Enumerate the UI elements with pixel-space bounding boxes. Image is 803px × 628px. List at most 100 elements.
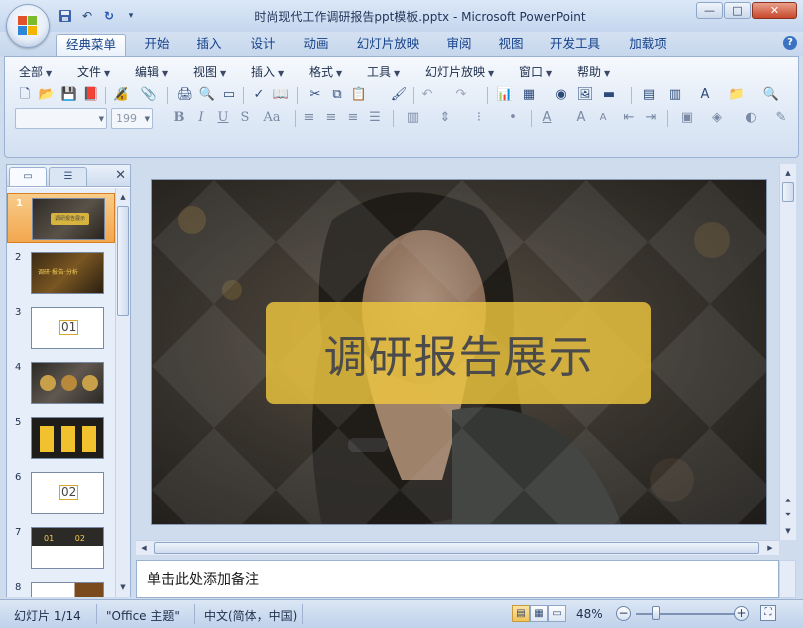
save-as-pdf-icon[interactable]: 📕: [81, 85, 101, 105]
customize-qat-icon[interactable]: ▾: [122, 7, 140, 25]
copy-icon[interactable]: ⧉: [327, 85, 347, 105]
scroll-down-icon[interactable]: ▼: [117, 580, 129, 594]
save-icon[interactable]: 💾: [59, 85, 79, 105]
zoom-out-button[interactable]: −: [616, 606, 631, 621]
align-right-icon[interactable]: ≡: [343, 108, 363, 128]
zoom-slider-track[interactable]: [636, 613, 736, 615]
zoom-slider-handle[interactable]: [652, 606, 660, 620]
underline-button[interactable]: U: [213, 108, 233, 128]
tab-slides[interactable]: ▭: [9, 167, 47, 186]
menu-format[interactable]: 格式 ▼: [309, 63, 342, 80]
tab-animation[interactable]: 动画: [293, 34, 339, 56]
format-painter-icon[interactable]: 🖌: [389, 85, 409, 105]
tab-classic-menu[interactable]: 经典菜单: [56, 34, 126, 56]
attachment-icon[interactable]: 📎: [139, 85, 159, 105]
fit-to-window-icon[interactable]: ⛶: [760, 605, 776, 621]
shapes-icon[interactable]: ◈: [707, 108, 727, 128]
slide-title[interactable]: 调研报告展示: [324, 321, 594, 385]
slide-thumbnail-8[interactable]: 8: [7, 578, 115, 597]
justify-icon[interactable]: ☰: [365, 108, 385, 128]
picture-icon[interactable]: 🖼: [575, 85, 595, 105]
zoom-in-button[interactable]: +: [734, 606, 749, 621]
slide-thumbnail-4[interactable]: 4: [7, 358, 115, 408]
slide-thumbnail-3[interactable]: 3 01: [7, 303, 115, 353]
tab-review[interactable]: 审阅: [436, 34, 482, 56]
office-button[interactable]: [6, 4, 50, 48]
slide-thumbnail-6[interactable]: 6 02: [7, 468, 115, 518]
strikethrough-button[interactable]: S: [235, 108, 255, 128]
bullets-icon[interactable]: •: [503, 108, 523, 128]
tab-slideshow[interactable]: 幻灯片放映: [348, 34, 428, 56]
table-icon[interactable]: ▦: [519, 85, 539, 105]
language-indicator[interactable]: 中文(简体，中国): [204, 607, 297, 624]
find-icon[interactable]: 🔍: [761, 85, 781, 105]
redo-icon[interactable]: ↻: [100, 7, 118, 25]
permission-icon[interactable]: 🔏: [111, 85, 131, 105]
zoom-level[interactable]: 48%: [576, 607, 603, 621]
align-left-icon[interactable]: ≡: [299, 108, 319, 128]
change-case-button[interactable]: Aa: [259, 108, 285, 128]
italic-button[interactable]: I: [191, 108, 211, 128]
fill-color-icon[interactable]: ▬: [599, 85, 619, 105]
font-color-icon[interactable]: A: [537, 108, 557, 128]
slide-thumbnail-2[interactable]: 2 调研·报告·分析: [7, 248, 115, 298]
previous-slide-icon[interactable]: ⏶: [782, 494, 794, 508]
save-icon[interactable]: [56, 7, 74, 25]
notes-scrollbar[interactable]: [779, 560, 796, 598]
slides-pane-scrollbar[interactable]: ▲ ▼: [115, 188, 130, 597]
scroll-right-icon[interactable]: ▶: [764, 541, 776, 555]
scroll-left-icon[interactable]: ◀: [138, 541, 150, 555]
tab-outline[interactable]: ☰: [49, 167, 87, 186]
tab-view[interactable]: 视图: [488, 34, 534, 56]
tab-home[interactable]: 开始: [134, 34, 180, 56]
close-button[interactable]: ✕: [752, 2, 797, 19]
open-folder-icon[interactable]: 📂: [37, 85, 57, 105]
menu-all[interactable]: 全部 ▼: [19, 63, 52, 80]
cut-icon[interactable]: ✂: [305, 85, 325, 105]
redo-icon[interactable]: ↷: [451, 85, 471, 105]
view-icon[interactable]: ▭: [219, 85, 239, 105]
next-slide-icon[interactable]: ⏷: [782, 508, 794, 522]
research-icon[interactable]: 📖: [271, 85, 291, 105]
normal-view-button[interactable]: ▤: [512, 605, 530, 622]
help-icon[interactable]: ?: [783, 36, 797, 50]
scroll-up-icon[interactable]: ▲: [782, 166, 794, 180]
shape-outline-icon[interactable]: ✎: [771, 108, 791, 128]
scroll-thumb[interactable]: [117, 206, 129, 316]
tab-addins[interactable]: 加载项: [620, 34, 676, 56]
undo-icon[interactable]: ↶: [78, 7, 96, 25]
notes-placeholder[interactable]: 单击此处添加备注: [147, 569, 259, 589]
tab-design[interactable]: 设计: [240, 34, 286, 56]
slide-thumbnail-5[interactable]: 5: [7, 413, 115, 463]
slide-vertical-scrollbar[interactable]: ▲ ⏶ ⏷ ▼: [779, 164, 796, 540]
close-icon[interactable]: ✕: [115, 168, 126, 183]
chart-icon[interactable]: 📊: [495, 85, 515, 105]
new-file-icon[interactable]: 🗋: [15, 85, 35, 105]
slide-thumbnail-7[interactable]: 7 01 02: [7, 523, 115, 573]
bold-button[interactable]: B: [169, 108, 189, 128]
slideshow-view-button[interactable]: ▭: [548, 605, 566, 622]
slide-title-box[interactable]: 调研报告展示: [266, 302, 651, 404]
scroll-thumb[interactable]: [782, 182, 794, 202]
slide-horizontal-scrollbar[interactable]: ◀ ▶: [136, 540, 779, 555]
slide-sorter-view-button[interactable]: ▦: [530, 605, 548, 622]
scroll-down-icon[interactable]: ▼: [782, 524, 794, 538]
layout-icon[interactable]: ▥: [665, 85, 685, 105]
shrink-font-icon[interactable]: A: [593, 108, 613, 128]
arrange-icon[interactable]: ▣: [677, 108, 697, 128]
text-box-icon[interactable]: A: [695, 85, 715, 105]
slide-canvas[interactable]: 调研报告展示: [151, 179, 767, 525]
menu-window[interactable]: 窗口 ▼: [519, 63, 552, 80]
new-slide-icon[interactable]: ▤: [639, 85, 659, 105]
shape-fill-icon[interactable]: ◐: [741, 108, 761, 128]
print-icon[interactable]: 🖨: [175, 85, 195, 105]
folder-icon[interactable]: 📁: [727, 85, 747, 105]
align-center-icon[interactable]: ≡: [321, 108, 341, 128]
maximize-button[interactable]: □: [724, 2, 751, 19]
tab-insert[interactable]: 插入: [186, 34, 232, 56]
columns-icon[interactable]: ▥: [403, 108, 423, 128]
numbering-icon[interactable]: ⁝: [469, 108, 489, 128]
font-name-combo[interactable]: ▼: [15, 108, 107, 129]
scroll-up-icon[interactable]: ▲: [117, 190, 129, 204]
tab-developer[interactable]: 开发工具: [542, 34, 608, 56]
